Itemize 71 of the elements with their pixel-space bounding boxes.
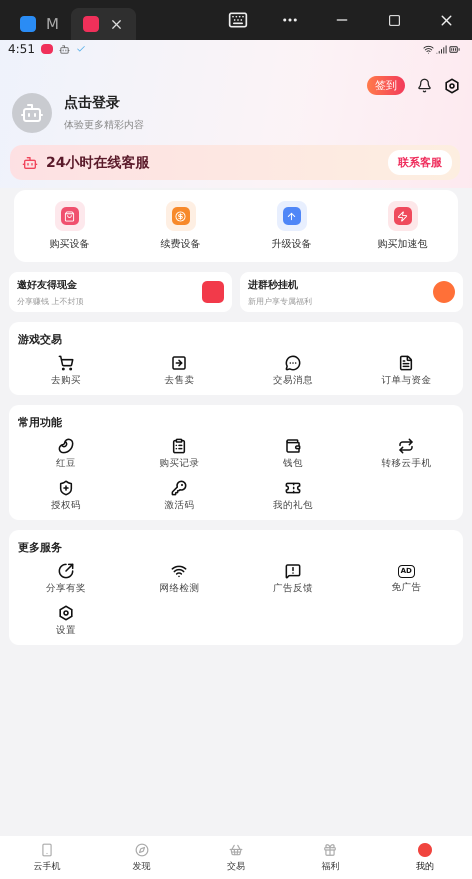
basket-icon — [228, 842, 243, 856]
battery-icon — [449, 44, 460, 54]
window-tab[interactable] — [70, 8, 136, 40]
nav-tab[interactable]: 我的 — [378, 836, 472, 879]
bell-icon[interactable] — [417, 78, 432, 93]
menu-item[interactable]: 红豆 — [9, 438, 122, 470]
menu-item[interactable]: 广告反馈 — [236, 563, 350, 595]
compass-icon — [134, 842, 149, 856]
bean-icon — [58, 438, 74, 454]
menu-item[interactable]: 激活码 — [122, 480, 236, 512]
gift-icon — [323, 842, 338, 856]
menu-item[interactable]: 网络检测 — [122, 563, 236, 595]
nav-tab[interactable]: 发现 — [94, 836, 189, 879]
login-title[interactable]: 点击登录 — [64, 94, 144, 112]
promo-card[interactable]: 进群秒挂机 新用户享专属福利 — [240, 272, 463, 312]
settings-icon — [58, 605, 74, 621]
clipboard-icon — [171, 438, 188, 454]
promo-title: 进群秒挂机 — [248, 278, 299, 292]
check-icon — [76, 44, 86, 54]
menu-item[interactable]: 去售卖 — [122, 355, 236, 387]
menu-item[interactable]: 钱包 — [236, 438, 350, 470]
menu-item[interactable]: 转移云手机 — [350, 438, 463, 470]
service-title: 24小时在线客服 — [46, 154, 150, 172]
menu-item[interactable]: 交易消息 — [236, 355, 350, 387]
nav-tab[interactable]: 交易 — [188, 836, 284, 879]
wifi-icon — [171, 563, 188, 579]
section-title: 常用功能 — [17, 415, 63, 430]
login-subtitle: 体验更多精彩内容 — [64, 118, 144, 132]
key-icon — [171, 480, 188, 496]
menu-item[interactable]: 购买记录 — [122, 438, 236, 470]
app-icon — [20, 16, 36, 32]
promo-subtitle: 新用户享专属福利 — [248, 296, 312, 306]
contact-button[interactable]: 联系客服 — [388, 150, 452, 175]
quick-action[interactable]: 购买设备 — [14, 200, 125, 252]
cart-icon — [58, 355, 74, 371]
wifi-icon — [423, 44, 434, 54]
robot-icon — [22, 154, 38, 170]
quick-action[interactable]: 购买加速包 — [347, 200, 458, 252]
nav-tab[interactable]: 福利 — [283, 836, 378, 879]
app-icon — [82, 16, 99, 32]
wallet-icon — [284, 438, 301, 454]
menu-item[interactable]: 分享有奖 — [9, 563, 122, 595]
section-title: 游戏交易 — [17, 332, 63, 347]
promo-subtitle: 分享赚钱 上不封顶 — [17, 296, 84, 306]
signal-icon — [436, 44, 447, 54]
section-title: 更多服务 — [17, 540, 63, 555]
clock-time: 4:51 — [8, 42, 35, 56]
quick-action[interactable]: 升级设备 — [236, 200, 347, 252]
arrow-square-icon — [171, 355, 188, 371]
nav-tab[interactable]: 云手机 — [0, 836, 94, 879]
keyboard-icon[interactable] — [228, 10, 248, 30]
menu-item[interactable]: 设置 — [9, 605, 122, 637]
shield-plus-icon — [58, 480, 74, 496]
maximize-icon[interactable] — [388, 14, 400, 26]
settings-icon — [444, 78, 460, 94]
promo-title: 邀好友得现金 — [17, 278, 78, 292]
quick-action[interactable]: 续费设备 — [125, 200, 236, 252]
menu-item[interactable]: 去购买 — [9, 355, 122, 387]
ticket-icon — [284, 480, 301, 496]
swap-arrows-icon — [398, 438, 414, 454]
menu-item[interactable]: 我的礼包 — [236, 480, 350, 512]
warning-bubble-icon — [284, 563, 301, 579]
robot-icon — [58, 44, 70, 54]
phone-icon — [40, 842, 54, 856]
share-icon — [58, 563, 74, 579]
app-icon — [40, 44, 53, 54]
menu-item[interactable]: 订单与资金 — [350, 355, 463, 387]
document-icon — [398, 355, 414, 371]
promo-card[interactable]: 邀好友得现金 分享赚钱 上不封顶 — [9, 272, 232, 312]
menu-item[interactable]: 授权码 — [9, 480, 122, 512]
window-tab[interactable]: M — [8, 8, 71, 40]
